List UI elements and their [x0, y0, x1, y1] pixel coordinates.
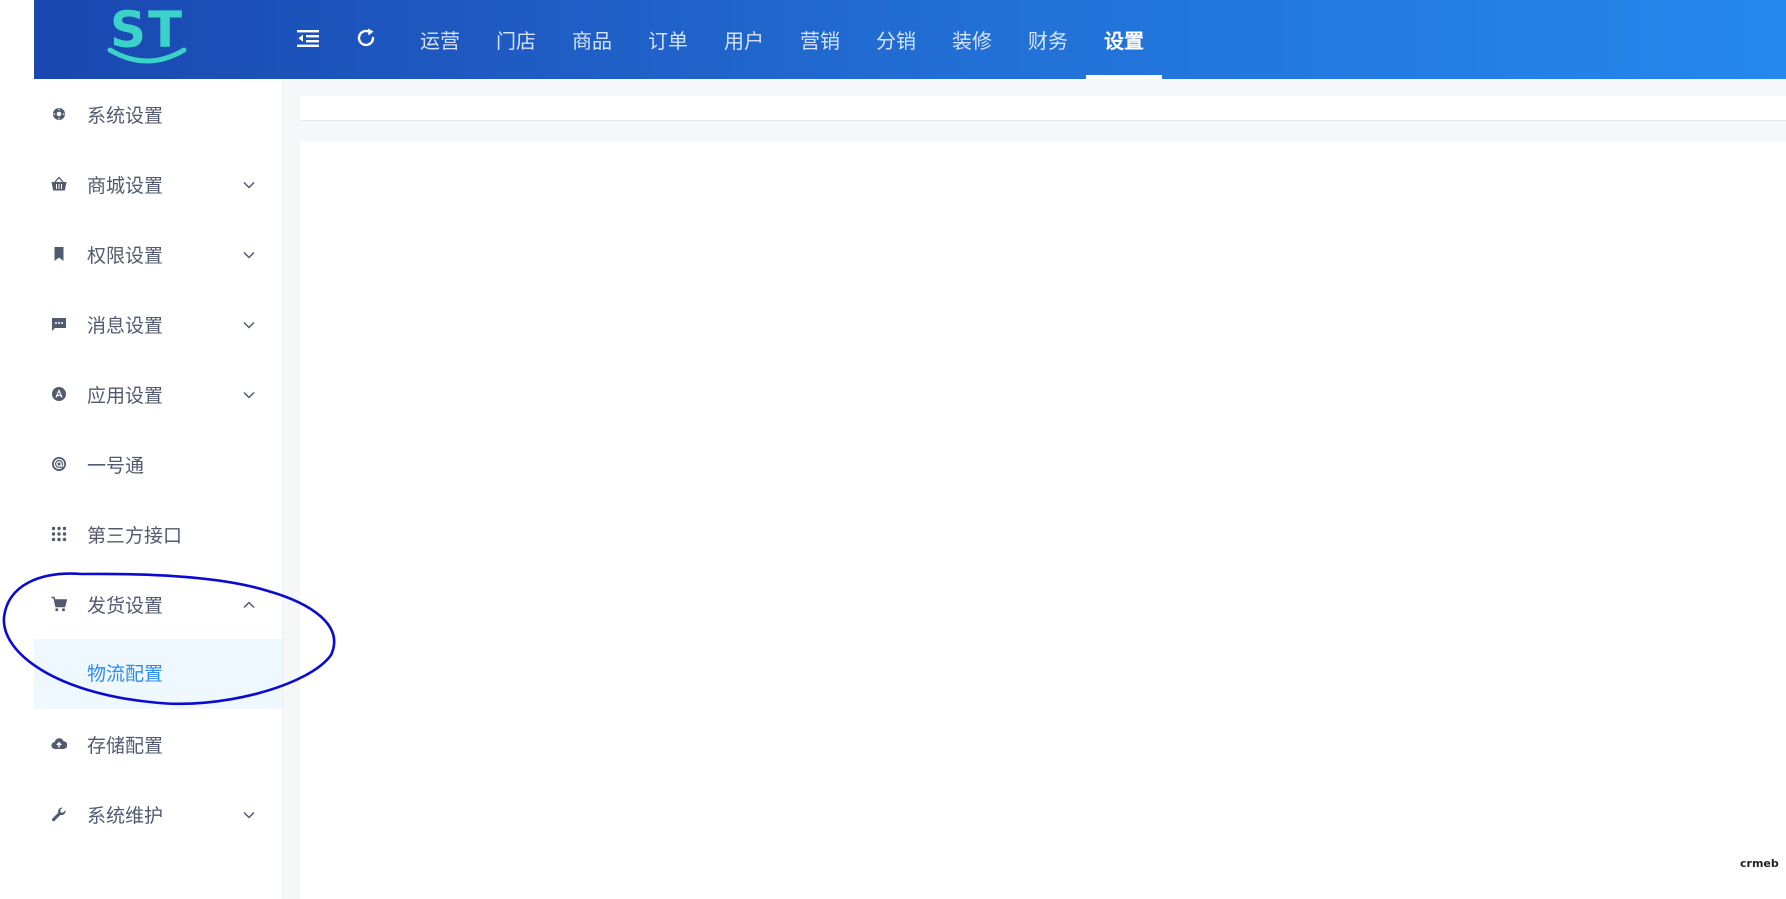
sidebar-item-label: 商城设置 [87, 174, 164, 197]
sidebar-item-third-party-api[interactable]: 第三方接口 [34, 499, 282, 569]
sidebar-subitem-logistics-config[interactable]: 物流配置 [34, 639, 282, 709]
top-header: ST 运营 门店 商品 订单 用户 营销 分销 装修 财务 设置 [34, 0, 1786, 79]
app-store-icon [51, 386, 67, 402]
nav-mendian[interactable]: 门店 [478, 0, 554, 79]
grid-dots-icon [51, 526, 67, 542]
nav-shangpin[interactable]: 商品 [554, 0, 630, 79]
sidebar-item-label: 第三方接口 [87, 524, 183, 547]
sidebar-item-system-maintenance[interactable]: 系统维护 [34, 779, 282, 849]
nav-fenxiao[interactable]: 分销 [858, 0, 934, 79]
wrench-icon [51, 806, 67, 822]
tabs-bar [300, 96, 1786, 121]
chevron-down-icon [243, 811, 255, 819]
sidebar-item-label: 系统维护 [87, 804, 164, 827]
sidebar-item-label: 权限设置 [87, 244, 164, 267]
sidebar-item-label: 消息设置 [87, 314, 164, 337]
message-icon [51, 316, 67, 332]
sidebar-item-label: 应用设置 [87, 384, 164, 407]
nav-yunying[interactable]: 运营 [402, 0, 478, 79]
app-window: ST 运营 门店 商品 订单 用户 营销 分销 装修 财务 设置 系统设置 商城… [34, 0, 1786, 899]
sidebar-item-storage-config[interactable]: 存储配置 [34, 709, 282, 779]
indent-icon [297, 30, 319, 47]
chevron-down-icon [243, 321, 255, 329]
top-nav: 运营 门店 商品 订单 用户 营销 分销 装修 财务 设置 [402, 0, 1162, 79]
sidebar-item-shipping-settings[interactable]: 发货设置 [34, 569, 282, 639]
sidebar-item-label: 存储配置 [87, 734, 164, 757]
logo[interactable]: ST [104, 2, 190, 70]
sidebar-item-system-settings[interactable]: 系统设置 [34, 79, 282, 149]
cloud-upload-icon [51, 736, 67, 752]
sidebar-item-label: 一号通 [87, 454, 145, 477]
bookmark-icon [51, 246, 67, 262]
chevron-up-icon [243, 601, 255, 609]
sidebar-item-permission-settings[interactable]: 权限设置 [34, 219, 282, 289]
nav-caiwu[interactable]: 财务 [1010, 0, 1086, 79]
content-panel [300, 142, 1786, 899]
nav-shezhi[interactable]: 设置 [1086, 0, 1162, 79]
refresh-button[interactable] [350, 22, 382, 54]
basket-icon [51, 176, 67, 192]
nav-yingxiao[interactable]: 营销 [782, 0, 858, 79]
sidebar-item-mall-settings[interactable]: 商城设置 [34, 149, 282, 219]
at-icon [51, 456, 67, 472]
chevron-down-icon [243, 181, 255, 189]
sidebar-item-label: 发货设置 [87, 594, 164, 617]
refresh-icon [357, 28, 375, 47]
sidebar-item-label: 系统设置 [87, 104, 164, 127]
nav-yonghu[interactable]: 用户 [706, 0, 782, 79]
nav-zhuangxiu[interactable]: 装修 [934, 0, 1010, 79]
collapse-menu-button[interactable] [292, 22, 324, 54]
watermark: crmeb [1740, 857, 1779, 870]
sidebar: 系统设置 商城设置 权限设置 消息设置 应用设置 一号通 第三方接口 发货设置 … [34, 79, 283, 899]
cart-icon [51, 596, 67, 612]
sidebar-item-yihaotong[interactable]: 一号通 [34, 429, 282, 499]
logo-smile-icon [107, 47, 187, 64]
chevron-down-icon [243, 391, 255, 399]
sidebar-item-message-settings[interactable]: 消息设置 [34, 289, 282, 359]
sidebar-item-app-settings[interactable]: 应用设置 [34, 359, 282, 429]
gear-icon [51, 106, 67, 122]
chevron-down-icon [243, 251, 255, 259]
nav-dingdan[interactable]: 订单 [630, 0, 706, 79]
sidebar-subitem-label: 物流配置 [87, 663, 164, 685]
